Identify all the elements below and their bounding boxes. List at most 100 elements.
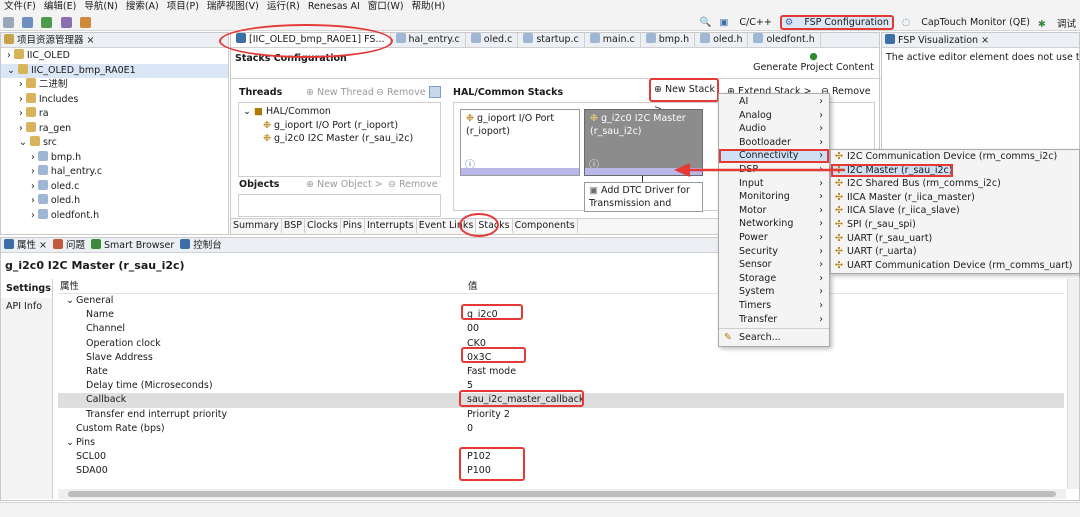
- submenu-item[interactable]: ✣ UART (r_uarta): [831, 245, 1079, 259]
- menu-item[interactable]: System ›: [719, 285, 829, 299]
- tree-item[interactable]: ⌄ src: [1, 136, 228, 151]
- menu-item[interactable]: Transfer ›: [719, 313, 829, 327]
- thread-hal-common[interactable]: ⌄ ■ HAL/Common: [243, 105, 436, 119]
- thread-i2c0[interactable]: ❉ g_i2c0 I2C Master (r_sau_i2c): [243, 132, 436, 146]
- chevron-down-icon[interactable]: ⌄: [66, 436, 74, 450]
- menu-item[interactable]: Timers ›: [719, 299, 829, 313]
- chevron-icon[interactable]: ›: [31, 152, 38, 163]
- chevron-icon[interactable]: ›: [31, 166, 38, 177]
- tree-item[interactable]: › bmp.h: [1, 150, 228, 166]
- menu-item[interactable]: Audio ›: [719, 122, 829, 136]
- menu-item-5[interactable]: 瑞萨视图(V): [207, 1, 259, 12]
- property-row[interactable]: Channel 00: [58, 322, 1064, 336]
- chevron-icon[interactable]: ›: [7, 50, 14, 61]
- perspective-debug[interactable]: ✱ 调试: [1038, 16, 1076, 30]
- menu-item-0[interactable]: 文件(F): [4, 1, 36, 12]
- property-row[interactable]: Custom Rate (bps) 0: [58, 422, 1064, 436]
- menu-item[interactable]: Networking ›: [719, 217, 829, 231]
- settings-icon[interactable]: [22, 17, 34, 28]
- menu-item-1[interactable]: 编辑(E): [44, 1, 76, 12]
- tree-item[interactable]: › ra_gen: [1, 121, 228, 137]
- submenu-item[interactable]: ✣ IICA Slave (r_iica_slave): [831, 204, 1079, 218]
- property-row[interactable]: Transfer end interrupt priority Priority …: [58, 408, 1064, 422]
- chevron-icon[interactable]: ›: [31, 210, 38, 221]
- tree-item[interactable]: ⌄ IIC_OLED_bmp_RA0E1: [1, 63, 228, 78]
- property-value[interactable]: Fast mode: [467, 365, 516, 379]
- menu-item[interactable]: AI ›: [719, 95, 829, 109]
- config-tab[interactable]: Summary: [231, 219, 282, 233]
- properties-tab[interactable]: 属性 ×: [4, 239, 47, 251]
- property-value[interactable]: 00: [467, 322, 479, 336]
- vertical-scrollbar[interactable]: [1067, 279, 1079, 489]
- property-row[interactable]: ⌄ Pins: [58, 436, 1064, 450]
- menu-item-3[interactable]: 搜索(A): [126, 1, 159, 12]
- menu-item[interactable]: Storage ›: [719, 272, 829, 286]
- generate-button[interactable]: ● Generate Project Content: [751, 51, 876, 73]
- property-value[interactable]: 0: [467, 422, 473, 436]
- build-icon[interactable]: [41, 17, 53, 28]
- submenu-item[interactable]: ✣ UART (r_sau_uart): [831, 232, 1079, 246]
- tree-item[interactable]: › IIC_OLED: [1, 49, 228, 64]
- menu-item-8[interactable]: 窗口(W): [368, 1, 404, 12]
- dtc-card[interactable]: ▣ Add DTC Driver for Transmission and: [584, 182, 703, 212]
- menu-item-2[interactable]: 导航(N): [84, 1, 118, 12]
- new-stack-button[interactable]: ⊕ New Stack >: [649, 78, 719, 115]
- submenu-item[interactable]: ✣ IICA Master (r_iica_master): [831, 191, 1079, 205]
- menu-item[interactable]: Bootloader ›: [719, 136, 829, 150]
- editor-tab[interactable]: hal_entry.c: [391, 33, 466, 47]
- submenu-item[interactable]: ✣ UART Communication Device (rm_comms_uar…: [831, 259, 1079, 273]
- editor-tab[interactable]: startup.c: [518, 33, 585, 47]
- editor-tab[interactable]: bmp.h: [641, 33, 696, 47]
- chevron-icon[interactable]: ›: [31, 195, 38, 206]
- editor-tab[interactable]: oled.h: [695, 33, 749, 47]
- save-icon[interactable]: [3, 17, 14, 28]
- property-row[interactable]: Slave Address 0x3C: [58, 351, 1064, 365]
- config-tab[interactable]: BSP: [282, 219, 306, 233]
- chevron-icon[interactable]: ⌄: [7, 65, 18, 76]
- horizontal-scrollbar[interactable]: [58, 489, 1066, 499]
- debug-icon[interactable]: [60, 17, 72, 28]
- menu-item-4[interactable]: 项目(P): [167, 1, 199, 12]
- perspective-fsp[interactable]: ⚙ FSP Configuration: [779, 15, 894, 30]
- settings-tab[interactable]: Settings: [1, 279, 52, 298]
- new-thread-button[interactable]: ⊕ New Thread: [306, 87, 374, 98]
- tree-item[interactable]: › ra: [1, 107, 228, 122]
- thread-ioport[interactable]: ❉ g_ioport I/O Port (r_ioport): [243, 119, 436, 133]
- submenu-item[interactable]: ✣ I2C Shared Bus (rm_comms_i2c): [831, 177, 1079, 191]
- run-icon[interactable]: [79, 17, 91, 28]
- property-row[interactable]: SCL00 P102: [58, 450, 1064, 464]
- config-tab[interactable]: Components: [513, 219, 578, 233]
- search-icon[interactable]: 🔍: [700, 17, 712, 28]
- tree-item[interactable]: › oled.h: [1, 194, 228, 209]
- properties-tab[interactable]: Smart Browser: [91, 239, 174, 251]
- submenu-item[interactable]: ✣ SPI (r_sau_spi): [831, 218, 1079, 232]
- menu-item[interactable]: Motor ›: [719, 204, 829, 218]
- menu-search[interactable]: ✎ Search...: [719, 331, 829, 345]
- perspective-captouch[interactable]: ◌ CapTouch Monitor (QE): [902, 17, 1030, 28]
- chevron-icon[interactable]: ›: [31, 181, 38, 192]
- chevron-icon[interactable]: ›: [19, 108, 26, 119]
- editor-tab[interactable]: main.c: [585, 33, 641, 47]
- property-row[interactable]: Operation clock CK0: [58, 337, 1064, 351]
- submenu-item[interactable]: ✣ I2C Communication Device (rm_comms_i2c): [831, 150, 1079, 164]
- chevron-icon[interactable]: ›: [19, 123, 26, 134]
- perspective-cpp[interactable]: ▣ C/C++: [719, 17, 771, 28]
- editor-tab[interactable]: oled.c: [466, 33, 519, 47]
- menu-item[interactable]: Sensor ›: [719, 258, 829, 272]
- tree-item[interactable]: › oled.c: [1, 179, 228, 195]
- tree-item[interactable]: › 二进制: [1, 78, 228, 93]
- remove-object-button[interactable]: ⊖ Remove: [388, 179, 438, 190]
- chevron-icon[interactable]: ⌄: [19, 137, 30, 148]
- menu-item[interactable]: Monitoring ›: [719, 190, 829, 204]
- property-row[interactable]: ⌄ General: [58, 294, 1064, 308]
- chevron-icon[interactable]: ›: [19, 94, 26, 105]
- menu-item[interactable]: Analog ›: [719, 109, 829, 123]
- collapse-icon[interactable]: [429, 86, 441, 98]
- menu-item-7[interactable]: Renesas AI: [308, 1, 360, 12]
- config-tab[interactable]: Pins: [341, 219, 365, 233]
- properties-tab[interactable]: 问题: [52, 239, 85, 251]
- menu-item-6[interactable]: 运行(R): [267, 1, 300, 12]
- remove-thread-button[interactable]: ⊖ Remove: [376, 87, 426, 98]
- tree-item[interactable]: › hal_entry.c: [1, 165, 228, 180]
- menu-item[interactable]: Security ›: [719, 245, 829, 259]
